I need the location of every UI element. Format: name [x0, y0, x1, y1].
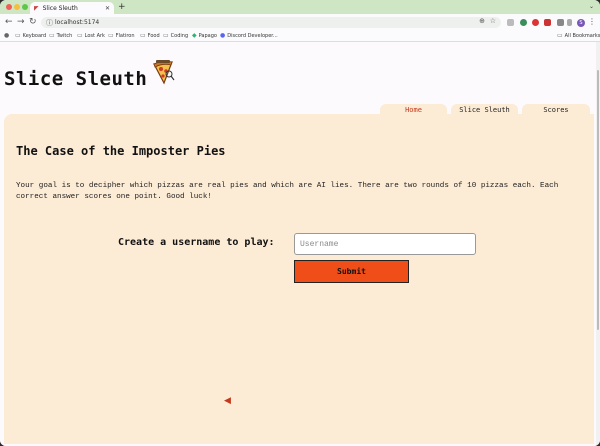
bookmark-label: Twitch	[56, 33, 73, 39]
folder-icon: ▭	[140, 32, 146, 39]
bookmark-star-icon[interactable]: ☆	[490, 17, 496, 25]
folder-icon: ▭	[77, 32, 83, 39]
papago-icon: ◆	[192, 32, 197, 39]
browser-toolbar: ← → ↻ ⓘ localhost:5174 ⊕ ☆ S ⋮	[0, 14, 600, 31]
extensions-puzzle-icon[interactable]	[557, 19, 564, 26]
all-bookmarks[interactable]: ▭ All Bookmarks	[557, 32, 600, 40]
back-arrow-icon[interactable]: ←	[5, 17, 13, 28]
close-tab-icon[interactable]: ✕	[105, 5, 110, 12]
bookmark-label: Coding	[170, 33, 189, 39]
bookmark-twitch[interactable]: ▭ Twitch	[49, 32, 72, 40]
page-content: Slice Sleuth Home Slice Sleuth Scores Th…	[0, 42, 596, 446]
folder-icon: ▭	[108, 32, 114, 39]
zoom-icon[interactable]: ⊕	[479, 17, 485, 25]
bookmark-label: Discord Developer...	[227, 33, 278, 39]
browser-window: ◤ Slice Sleuth ✕ + ⌄ ← → ↻ ⓘ localhost:5…	[0, 0, 600, 446]
forward-arrow-icon[interactable]: →	[17, 17, 25, 28]
pizza-slice-icon: ◀	[224, 396, 231, 406]
username-label: Create a username to play:	[118, 237, 275, 248]
bookmark-papago[interactable]: ◆ Papago	[192, 32, 217, 40]
intro-text: Your goal is to decipher which pizzas ar…	[16, 182, 559, 201]
browser-tab[interactable]: ◤ Slice Sleuth ✕	[30, 2, 114, 14]
close-window-button[interactable]	[6, 4, 12, 10]
more-menu-icon[interactable]: ⋮	[588, 17, 596, 26]
bookmark-github[interactable]: ●	[4, 32, 9, 40]
bookmark-label: Food	[147, 33, 160, 39]
folder-icon: ▭	[163, 32, 169, 39]
main-panel: The Case of the Imposter Pies Your goal …	[4, 114, 594, 444]
submit-button[interactable]: Submit	[294, 260, 409, 283]
pizza-detective-logo-icon	[153, 60, 175, 85]
github-icon: ●	[4, 32, 10, 39]
extension-icon[interactable]	[507, 19, 514, 26]
new-tab-button[interactable]: +	[118, 2, 126, 12]
pizza-favicon-icon: ◤	[34, 4, 39, 12]
folder-icon: ▭	[15, 32, 21, 39]
bookmark-coding[interactable]: ▭ Coding	[163, 32, 188, 40]
bookmark-label: Keyboard	[22, 33, 47, 39]
page-heading: The Case of the Imposter Pies	[16, 144, 226, 158]
address-bar[interactable]: ⓘ localhost:5174 ⊕ ☆	[41, 17, 501, 28]
tab-strip: ◤ Slice Sleuth ✕ + ⌄	[0, 0, 600, 14]
bookmark-label: Flatiron	[115, 33, 135, 39]
extension-icon[interactable]	[544, 19, 551, 26]
scrollbar-thumb[interactable]	[597, 70, 599, 330]
maximize-window-button[interactable]	[22, 4, 28, 10]
reload-icon[interactable]: ↻	[29, 17, 37, 28]
minimize-window-button[interactable]	[14, 4, 20, 10]
bookmark-lost-ark[interactable]: ▭ Lost Ark	[77, 32, 105, 40]
discord-icon: ●	[220, 32, 226, 39]
folder-icon: ▭	[557, 32, 563, 39]
bookmark-flatiron[interactable]: ▭ Flatiron	[108, 32, 135, 40]
username-input[interactable]	[294, 233, 476, 255]
chevron-down-icon[interactable]: ⌄	[589, 3, 594, 10]
bookmark-food[interactable]: ▭ Food	[140, 32, 160, 40]
site-info-icon[interactable]: ⓘ	[46, 18, 53, 28]
bookmark-keyboard[interactable]: ▭ Keyboard	[15, 32, 46, 40]
extension-icon[interactable]	[532, 19, 539, 26]
bookmarks-bar: ● ▭ Keyboard ▭ Twitch ▭ Lost Ark ▭ Flatiron …	[0, 31, 600, 42]
bookmark-label: Papago	[198, 33, 217, 39]
tab-title: Slice Sleuth	[42, 4, 78, 12]
folder-icon: ▭	[49, 32, 55, 39]
url-text[interactable]: localhost:5174	[55, 18, 99, 27]
site-title: Slice Sleuth	[4, 68, 148, 90]
bookmark-label: Lost Ark	[84, 33, 105, 39]
all-bookmarks-label: All Bookmarks	[564, 33, 600, 39]
side-panel-icon[interactable]	[567, 19, 572, 26]
profile-avatar[interactable]: S	[577, 19, 585, 27]
extension-icon[interactable]	[520, 19, 527, 26]
bookmark-discord[interactable]: ● Discord Developer...	[220, 32, 278, 40]
